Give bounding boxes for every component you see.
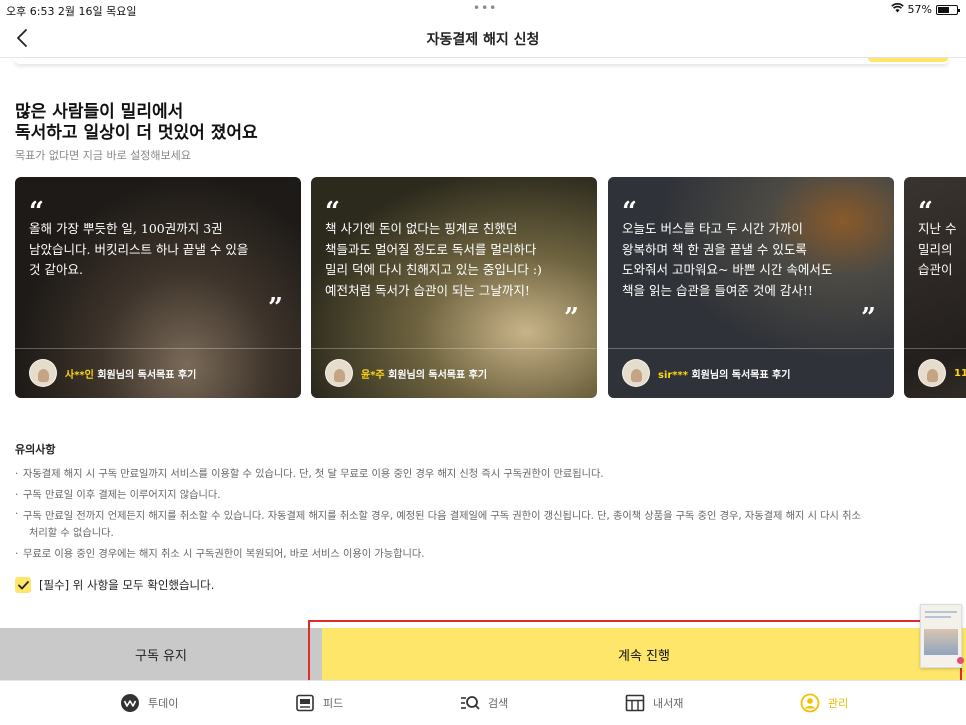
tab-label: 관리 [828,697,849,710]
review-text: 지난 수 밀리의 습관이 [918,219,966,281]
battery-percent: 57% [907,3,932,16]
avatar [325,359,353,387]
review-line: 것 같아요. [29,262,83,277]
review-text: 책 사기엔 돈이 없다는 핑계로 친했던 책들과도 멀어질 정도로 독서를 멀리… [325,219,583,301]
review-footer: 사**인 회원님의 독서목표 후기 [29,359,196,387]
multitask-dots[interactable]: ••• [473,1,497,15]
battery-icon [936,4,960,15]
review-text: 오늘도 버스를 타고 두 시간 가까이 왕복하며 책 한 권을 끝낼 수 있도록… [622,219,880,301]
floating-book-thumbnail[interactable] [920,604,964,668]
tab-manage[interactable]: 관리 [800,693,848,713]
tab-label: 내서재 [653,697,684,710]
author-name: sir*** [658,369,688,381]
author-name: 윤*주 [361,369,385,381]
card-divider [311,348,597,349]
notice-list: 자동결제 해지 시 구독 만료일까지 서비스를 이용할 수 있습니다. 단, 첫… [15,464,955,565]
thumbnail-bar [925,611,957,613]
author-suffix: 회원님의 독서목표 후기 [384,369,488,381]
review-line: 남았습니다. 버킷리스트 하나 끝낼 수 있을 [29,241,249,257]
tab-label: 투데이 [148,697,179,710]
tab-today[interactable]: 투데이 [120,693,178,713]
tab-search[interactable]: 검색 [460,693,508,713]
review-line: 밀리의 [918,241,953,257]
review-line: 책 사기엔 돈이 없다는 핑계로 친했던 [325,221,518,236]
status-indicators: 57% [890,3,960,16]
notification-dot [957,657,964,664]
review-text: 올해 가장 뿌듯한 일, 100권까지 3권 남았습니다. 버킷리스트 하나 끝… [29,219,287,281]
status-bar: 오후 6:53 2월 16일 목요일 ••• 57% [0,0,966,20]
promo-headline-line2: 독서하고 일상이 더 멋있어 졌어요 [15,123,258,143]
quote-close-icon: ” [564,303,579,333]
review-line: 도와줘서 고마워요~ 바쁜 시간 속에서도 [622,262,833,277]
review-author: sir*** 회원님의 독서목표 후기 [658,366,790,381]
continue-button[interactable]: 계속 진행 [322,628,966,680]
review-line: 밀리 덕에 다시 친해지고 있는 중입니다 :) [325,262,542,277]
review-line: 지난 수 [918,221,957,236]
review-line: 왕복하며 책 한 권을 끝낼 수 있도록 [622,241,807,257]
tab-bar: 투데이 피드 검색 내서재 관리 [0,680,966,725]
review-line: 책들과도 멀어질 정도로 독서를 멀리하다 [325,241,537,257]
tab-label: 피드 [323,697,344,710]
notice-item-line: 처리할 수 없습니다. [29,528,114,539]
avatar [918,359,946,387]
tab-label: 검색 [488,697,509,710]
search-icon [460,693,480,713]
agree-label: [필수] 위 사항을 모두 확인했습니다. [39,578,215,592]
review-card[interactable]: “ 책 사기엔 돈이 없다는 핑계로 친했던 책들과도 멀어질 정도로 독서를 … [311,177,597,398]
review-line: 오늘도 버스를 타고 두 시간 가까이 [622,221,803,236]
previous-section-accent [868,58,948,62]
agree-checkbox-row[interactable]: [필수] 위 사항을 모두 확인했습니다. [15,577,214,593]
author-suffix: 회원님의 독서목표 후기 [688,369,791,381]
today-icon [120,693,140,713]
page-title: 자동결제 해지 신청 [426,32,540,48]
library-icon [625,693,645,713]
notice-item: 구독 만료일 이후 결제는 이루어지지 않습니다. [15,485,955,506]
review-card[interactable]: “ 오늘도 버스를 타고 두 시간 가까이 왕복하며 책 한 권을 끝낼 수 있… [608,177,894,398]
author-name: 11 [954,367,966,379]
review-footer: 윤*주 회원님의 독서목표 후기 [325,359,487,387]
author-suffix: 회원님의 독서목표 후기 [93,369,197,381]
avatar [622,359,650,387]
notice-item: 자동결제 해지 시 구독 만료일까지 서비스를 이용할 수 있습니다. 단, 첫… [15,464,955,485]
quote-close-icon: ” [268,293,283,323]
card-divider [608,348,894,349]
review-footer: sir*** 회원님의 독서목표 후기 [622,359,790,387]
notice-title: 유의사항 [15,443,56,456]
review-author: 윤*주 회원님의 독서목표 후기 [361,366,487,381]
review-footer: 11 [918,359,966,387]
review-line: 책을 읽는 습관을 들여준 것에 감사!! [622,282,813,298]
nav-bar: 자동결제 해지 신청 [0,20,966,58]
promo-subheadline: 목표가 없다면 지금 바로 설정해보세요 [15,149,191,162]
previous-section-edge [14,58,949,64]
promo-headline-line1: 많은 사람들이 밀리에서 [15,102,184,122]
notice-item: 무료로 이용 중인 경우에는 해지 취소 시 구독권한이 복원되어, 바로 서비… [15,544,955,565]
checkmark-icon [17,580,29,589]
tab-library[interactable]: 내서재 [625,693,683,713]
review-card[interactable]: “ 올해 가장 뿌듯한 일, 100권까지 3권 남았습니다. 버킷리스트 하나… [15,177,301,398]
author-name: 사**인 [65,369,94,381]
review-card[interactable]: “ 지난 수 밀리의 습관이 11 [904,177,966,398]
notice-item-line: 구독 만료일 전까지 언제든지 해지를 취소할 수 있습니다. 자동결제 해지를… [23,511,861,522]
review-line: 습관이 [918,262,953,277]
review-line: 올해 가장 뿌듯한 일, 100권까지 3권 [29,221,223,236]
quote-close-icon: ” [861,303,876,333]
avatar [29,359,57,387]
card-divider [15,348,301,349]
review-author: 사**인 회원님의 독서목표 후기 [65,366,196,381]
card-divider [904,348,966,349]
tab-feed[interactable]: 피드 [295,693,343,713]
feed-icon [295,693,315,713]
thumbnail-bar [925,616,951,618]
profile-icon [800,693,820,713]
notice-item: 구독 만료일 전까지 언제든지 해지를 취소할 수 있습니다. 자동결제 해지를… [15,506,955,544]
thumbnail-image [924,629,958,655]
keep-subscription-button[interactable]: 구독 유지 [0,628,322,680]
agree-checkbox[interactable] [15,577,31,593]
status-time-date: 오후 6:53 2월 16일 목요일 [6,5,137,18]
promo-headline: 많은 사람들이 밀리에서 독서하고 일상이 더 멋있어 졌어요 [15,102,258,144]
review-line: 예전처럼 독서가 습관이 되는 그날까지! [325,282,530,298]
wifi-icon [890,3,904,16]
review-author: 11 [954,368,966,379]
review-carousel[interactable]: “ 올해 가장 뿌듯한 일, 100권까지 3권 남았습니다. 버킷리스트 하나… [15,177,966,399]
